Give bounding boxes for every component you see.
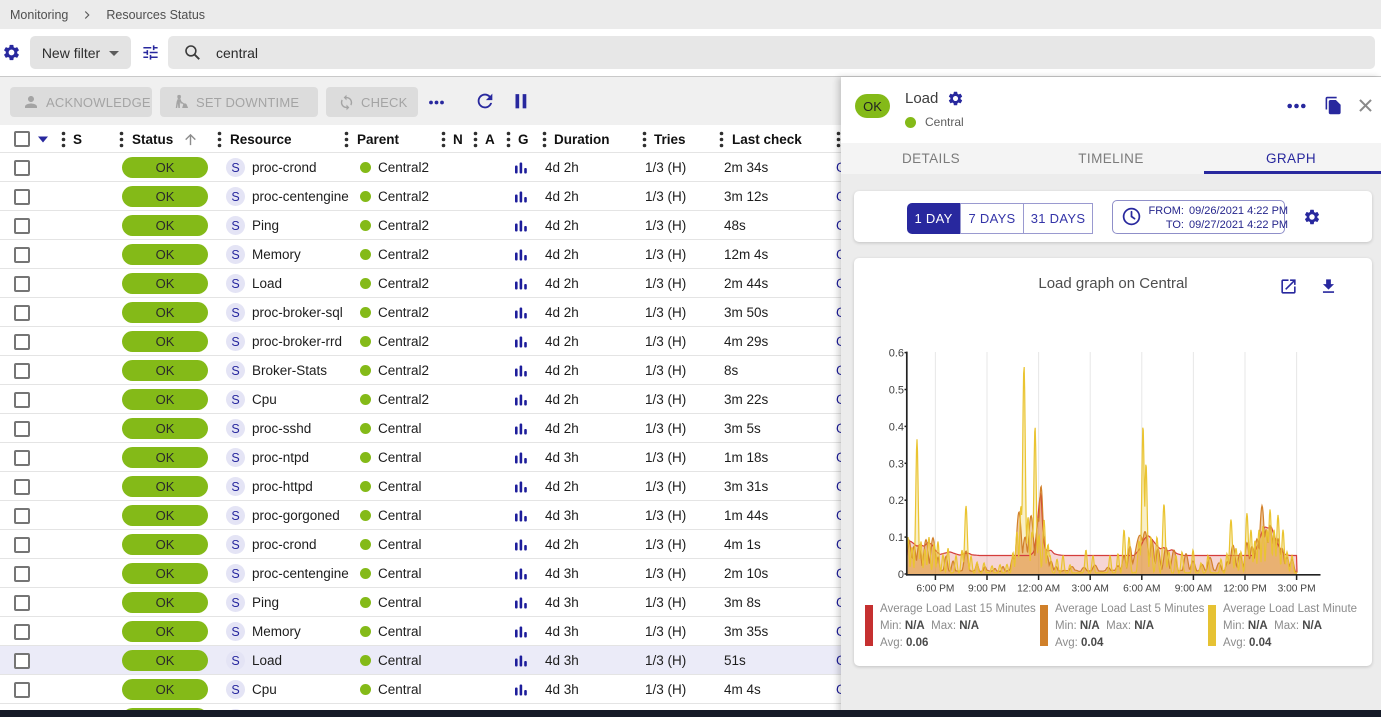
svg-text:0.4: 0.4: [889, 421, 904, 433]
svg-text:0.3: 0.3: [889, 458, 904, 470]
svg-text:6:00 PM: 6:00 PM: [916, 584, 954, 595]
svg-text:0.5: 0.5: [889, 385, 904, 397]
svg-text:9:00 AM: 9:00 AM: [1175, 584, 1212, 595]
svg-text:12:00 AM: 12:00 AM: [1017, 584, 1060, 595]
svg-text:0.1: 0.1: [889, 532, 904, 544]
svg-text:3:00 PM: 3:00 PM: [1278, 584, 1316, 595]
svg-text:0.2: 0.2: [889, 495, 904, 507]
svg-text:12:00 PM: 12:00 PM: [1223, 584, 1267, 595]
svg-text:9:00 PM: 9:00 PM: [968, 584, 1006, 595]
svg-text:6:00 AM: 6:00 AM: [1123, 584, 1160, 595]
svg-text:0.6: 0.6: [889, 348, 904, 360]
svg-text:0: 0: [898, 569, 904, 581]
svg-text:3:00 AM: 3:00 AM: [1072, 584, 1109, 595]
